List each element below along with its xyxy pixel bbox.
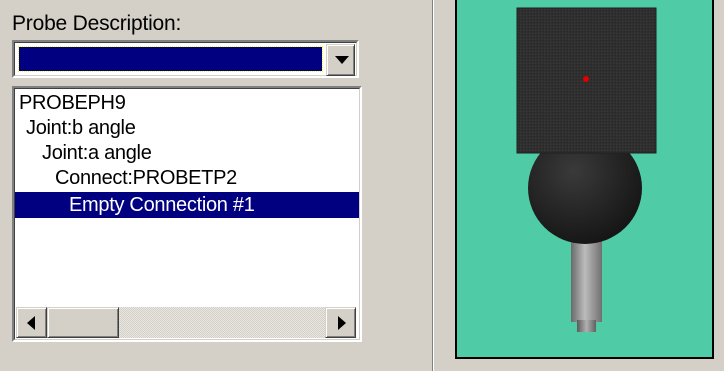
probe-preview-viewport[interactable]: [455, 0, 714, 359]
tree-item-probeph9[interactable]: PROBEPH9: [15, 90, 126, 116]
probe-stylus-stem: [571, 240, 602, 322]
panel-divider: [432, 0, 434, 371]
probe-tree[interactable]: PROBEPH9 Joint:b angle Joint:a angle Con…: [12, 86, 362, 342]
probe-point-marker: [583, 76, 589, 82]
scrollbar-thumb[interactable]: [47, 307, 119, 338]
dropdown-button[interactable]: [326, 44, 355, 76]
tree-item-empty-connection[interactable]: Empty Connection #1: [15, 192, 359, 218]
probe-description-value[interactable]: [18, 46, 323, 72]
scroll-left-button[interactable]: [16, 307, 47, 338]
tree-item-joint-a-angle[interactable]: Joint:a angle: [15, 140, 152, 166]
scroll-right-button[interactable]: [325, 307, 356, 338]
tree-item-joint-b-angle[interactable]: Joint:b angle: [15, 115, 136, 141]
arrow-left-icon: [27, 316, 35, 330]
chevron-down-icon: [335, 56, 349, 64]
tree-item-connect-probetp2[interactable]: Connect:PROBETP2: [15, 165, 237, 191]
arrow-right-icon: [338, 316, 346, 330]
probe-description-label: Probe Description:: [12, 12, 182, 35]
probe-description-combobox[interactable]: [12, 40, 359, 78]
horizontal-scrollbar[interactable]: [16, 307, 356, 338]
probe-stylus-tip: [577, 320, 596, 332]
probe-3d-model: [516, 7, 657, 332]
